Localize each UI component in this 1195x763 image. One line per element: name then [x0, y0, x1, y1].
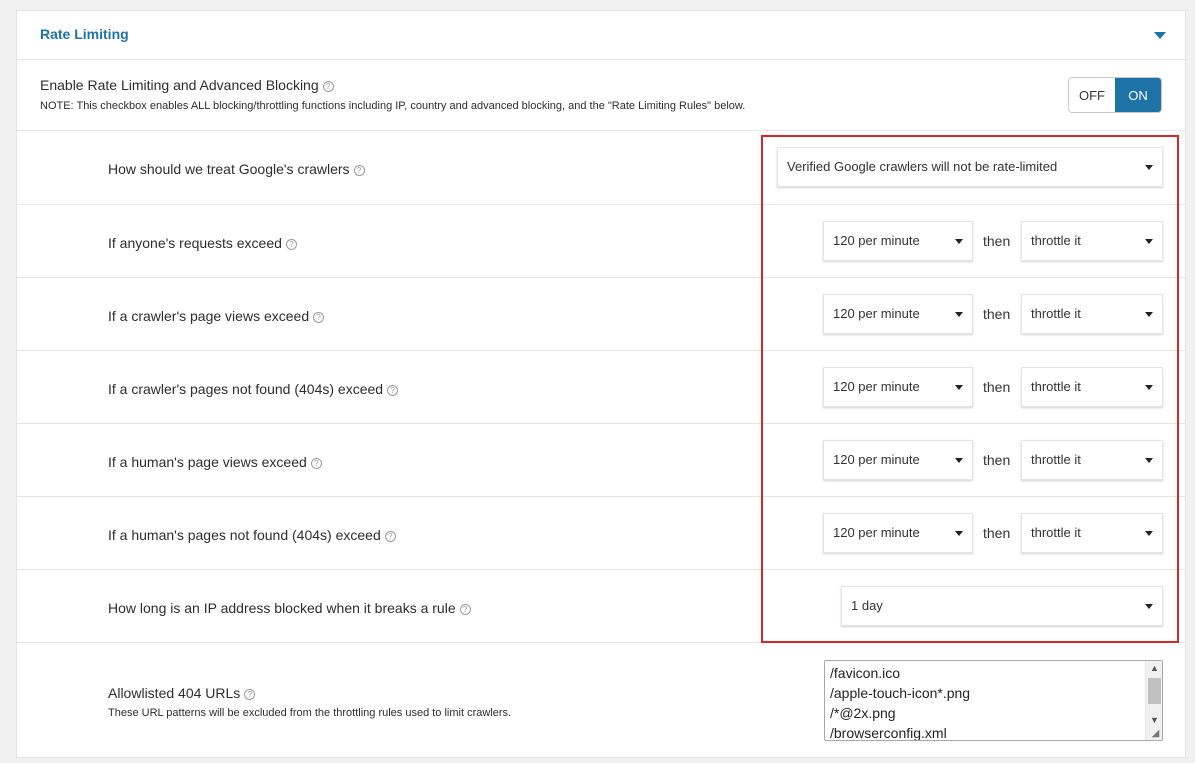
scroll-down-icon[interactable]: ▼: [1149, 715, 1160, 726]
rule-label: If a crawler's pages not found (404s) ex…: [108, 381, 399, 397]
help-icon[interactable]: ?: [322, 81, 334, 92]
action-value: throttle it: [1031, 525, 1081, 540]
panel-header[interactable]: Rate Limiting: [17, 11, 1185, 60]
rule-label: If a human's page views exceed?: [108, 454, 322, 470]
enable-rate-limiting-row: Enable Rate Limiting and Advanced Blocki…: [17, 60, 1185, 131]
dropdown-arrow-icon: [955, 239, 963, 244]
action-select[interactable]: throttle it: [1021, 221, 1163, 261]
dropdown-arrow-icon: [1145, 458, 1153, 463]
rate-limiting-toggle[interactable]: OFF ON: [1068, 77, 1162, 113]
block-duration-select[interactable]: 1 day: [841, 586, 1163, 626]
allowlist-row: Allowlisted 404 URLs? These URL patterns…: [17, 643, 1185, 758]
allowlist-lines: /favicon.ico /apple-touch-icon*.png /*@2…: [830, 663, 971, 741]
help-icon[interactable]: ?: [459, 604, 471, 615]
block-duration-value: 1 day: [851, 598, 883, 613]
rule-row-human-page-views: If a human's page views exceed? 120 per …: [17, 424, 1185, 497]
rate-select[interactable]: 120 per minute: [823, 440, 973, 480]
resize-grip-icon[interactable]: ◢: [1150, 728, 1161, 739]
then-label: then: [983, 452, 1011, 468]
block-duration-label: How long is an IP address blocked when i…: [108, 600, 471, 616]
rule-row-human-404s: If a human's pages not found (404s) exce…: [17, 497, 1185, 570]
dropdown-arrow-icon: [955, 312, 963, 317]
allowlist-note: These URL patterns will be excluded from…: [108, 707, 512, 719]
action-value: throttle it: [1031, 452, 1081, 467]
block-duration-row: How long is an IP address blocked when i…: [17, 570, 1185, 643]
help-icon[interactable]: ?: [313, 312, 325, 323]
help-icon[interactable]: ?: [310, 458, 322, 469]
rate-select[interactable]: 120 per minute: [823, 367, 973, 407]
help-icon[interactable]: ?: [353, 165, 365, 176]
help-icon[interactable]: ?: [244, 689, 256, 700]
action-select[interactable]: throttle it: [1021, 440, 1163, 480]
help-icon[interactable]: ?: [285, 239, 297, 250]
action-select[interactable]: throttle it: [1021, 513, 1163, 553]
chevron-down-icon[interactable]: [1154, 32, 1166, 39]
rate-value: 120 per minute: [833, 452, 920, 467]
dropdown-arrow-icon: [1145, 165, 1153, 170]
rate-value: 120 per minute: [833, 525, 920, 540]
action-select[interactable]: throttle it: [1021, 367, 1163, 407]
allowlist-line: /browserconfig.xml: [830, 725, 947, 741]
google-crawlers-value: Verified Google crawlers will not be rat…: [787, 159, 1058, 174]
dropdown-arrow-icon: [955, 385, 963, 390]
help-icon[interactable]: ?: [387, 385, 399, 396]
rate-limiting-panel: Rate Limiting Enable Rate Limiting and A…: [16, 10, 1186, 758]
allowlist-line: /favicon.ico: [830, 665, 901, 681]
rate-value: 120 per minute: [833, 379, 920, 394]
scroll-up-icon[interactable]: ▲: [1149, 663, 1160, 674]
action-value: throttle it: [1031, 233, 1081, 248]
rule-row-crawler-404s: If a crawler's pages not found (404s) ex…: [17, 351, 1185, 424]
then-label: then: [983, 233, 1011, 249]
action-select[interactable]: throttle it: [1021, 294, 1163, 334]
dropdown-arrow-icon: [1145, 604, 1153, 609]
allowlist-line: /apple-touch-icon*.png: [830, 685, 971, 701]
then-label: then: [983, 379, 1011, 395]
google-crawlers-select[interactable]: Verified Google crawlers will not be rat…: [777, 147, 1163, 187]
help-icon[interactable]: ?: [384, 531, 396, 542]
rule-row-crawler-page-views: If a crawler's page views exceed? 120 pe…: [17, 278, 1185, 351]
allowlist-line: /*@2x.png: [830, 705, 896, 721]
rate-select[interactable]: 120 per minute: [823, 294, 973, 334]
rule-label: If a crawler's page views exceed?: [108, 308, 325, 324]
toggle-on-button[interactable]: ON: [1115, 78, 1161, 112]
rate-select[interactable]: 120 per minute: [823, 221, 973, 261]
rule-label: If anyone's requests exceed?: [108, 235, 297, 251]
google-crawlers-row: How should we treat Google's crawlers? V…: [17, 131, 1185, 205]
dropdown-arrow-icon: [1145, 385, 1153, 390]
allowlist-label: Allowlisted 404 URLs?: [108, 685, 256, 701]
dropdown-arrow-icon: [1145, 312, 1153, 317]
google-crawlers-label: How should we treat Google's crawlers?: [108, 161, 365, 177]
dropdown-arrow-icon: [1145, 531, 1153, 536]
dropdown-arrow-icon: [955, 531, 963, 536]
then-label: then: [983, 306, 1011, 322]
toggle-off-button[interactable]: OFF: [1069, 78, 1115, 112]
panel-title: Rate Limiting: [40, 26, 129, 42]
action-value: throttle it: [1031, 379, 1081, 394]
then-label: then: [983, 525, 1011, 541]
enable-rate-limiting-label: Enable Rate Limiting and Advanced Blocki…: [40, 77, 334, 93]
enable-rate-limiting-note: NOTE: This checkbox enables ALL blocking…: [40, 100, 746, 112]
rate-select[interactable]: 120 per minute: [823, 513, 973, 553]
action-value: throttle it: [1031, 306, 1081, 321]
allowlist-textarea[interactable]: /favicon.ico /apple-touch-icon*.png /*@2…: [824, 660, 1163, 741]
rule-row-anyone-requests: If anyone's requests exceed? 120 per min…: [17, 205, 1185, 278]
rate-value: 120 per minute: [833, 306, 920, 321]
rule-label: If a human's pages not found (404s) exce…: [108, 527, 396, 543]
scroll-thumb[interactable]: [1148, 678, 1161, 704]
dropdown-arrow-icon: [955, 458, 963, 463]
dropdown-arrow-icon: [1145, 239, 1153, 244]
rate-value: 120 per minute: [833, 233, 920, 248]
